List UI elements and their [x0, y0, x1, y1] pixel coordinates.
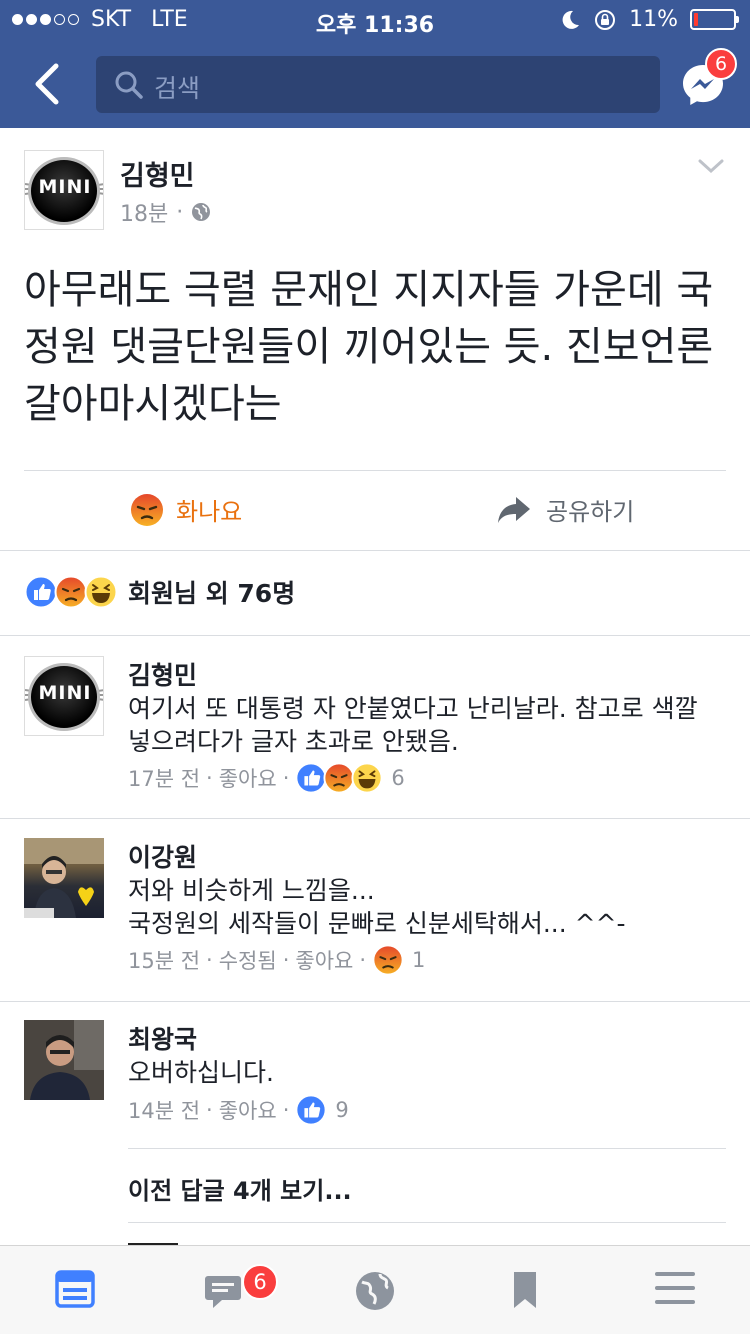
comment-text: 오버하십니다.: [128, 1058, 274, 1087]
haha-icon: [351, 762, 383, 794]
divider: [0, 550, 750, 551]
angry-reaction-label: 화나요: [176, 498, 243, 526]
avatar[interactable]: MINI: [24, 150, 104, 230]
comment-like-button[interactable]: 좋아요: [219, 763, 277, 793]
menu-icon[interactable]: [654, 1270, 696, 1306]
comment-reaction-count: 6: [391, 766, 405, 790]
messenger-badge: 6: [705, 48, 737, 80]
bookmark-icon[interactable]: [511, 1270, 539, 1310]
back-icon[interactable]: [28, 60, 68, 108]
separator-dot: ·: [176, 199, 184, 225]
reaction-icons: [24, 575, 118, 609]
divider: [0, 818, 750, 819]
requests-badge: 6: [242, 1264, 278, 1300]
mini-logo: MINI: [38, 176, 92, 198]
search-input[interactable]: 검색: [96, 56, 660, 113]
bottom-tab-bar: 6: [0, 1245, 750, 1334]
comment-reaction-count: 1: [412, 948, 426, 972]
mini-logo: MINI: [38, 682, 92, 704]
post-text: 아무래도 극렬 문재인 지지자들 가운데 국정원 댓글단원들이 끼어있는 듯. …: [24, 267, 714, 427]
battery-percent: 11%: [629, 7, 678, 32]
reaction-summary[interactable]: 회원님 외 76명: [24, 574, 295, 610]
post-time[interactable]: 18분: [120, 196, 168, 228]
view-previous-replies-link[interactable]: 이전 답글 4개 보기...: [128, 1171, 352, 1206]
post-author[interactable]: 김형민: [120, 154, 195, 193]
comment-meta: 17분 전 · 좋아요 · 6: [128, 762, 405, 794]
separator-dot: ·: [206, 766, 213, 790]
search-placeholder: 검색: [154, 74, 201, 103]
comment-time[interactable]: 17분 전: [128, 763, 200, 793]
chevron-down-icon[interactable]: [698, 158, 724, 174]
like-icon: [295, 1094, 327, 1126]
comment: 최왕국 오버하십니다. 14분 전 · 좋아요 · 9: [24, 1020, 726, 1130]
separator-dot: ·: [282, 1098, 290, 1122]
share-button[interactable]: 공유하기: [496, 492, 634, 527]
globe-icon[interactable]: [354, 1270, 396, 1312]
separator-dot: ·: [206, 1098, 213, 1122]
like-icon: [24, 575, 58, 609]
status-bar: SKT LTE 오후 11:36 11%: [0, 0, 750, 40]
post-meta: 18분 ·: [120, 196, 211, 228]
divider: [128, 1148, 726, 1149]
angry-icon: [54, 575, 88, 609]
comment-time[interactable]: 14분 전: [128, 1095, 200, 1125]
comment-avatar[interactable]: [24, 1020, 104, 1100]
comment-edited-label[interactable]: 수정됨: [219, 945, 277, 975]
comment-avatar[interactable]: [24, 838, 104, 918]
divider: [0, 1001, 750, 1002]
status-right: 11%: [559, 7, 739, 32]
profile-photo: [24, 838, 104, 918]
comment-text: 여기서 또 대통령 자 안붙였다고 난리날라. 참고로 색깔 넣으려다가 글자 …: [128, 694, 698, 756]
comment-like-button[interactable]: 좋아요: [219, 1095, 277, 1125]
comment-author[interactable]: 김형민: [128, 656, 197, 692]
comment-text: 저와 비슷하게 느낌을... 국정원의 세작들이 문빠로 신분세탁해서... ^…: [128, 876, 626, 938]
comment-reaction-icons[interactable]: [372, 944, 404, 976]
comment-author[interactable]: 최왕국: [128, 1020, 197, 1056]
reaction-summary-text: 회원님 외 76명: [128, 579, 296, 608]
divider: [128, 1222, 726, 1223]
comment-reaction-icons[interactable]: [295, 762, 383, 794]
profile-photo: [24, 1020, 104, 1100]
divider: [24, 470, 726, 471]
angry-icon: [372, 944, 404, 976]
haha-icon: [84, 575, 118, 609]
comment-author[interactable]: 이강원: [128, 838, 197, 874]
battery-icon: [690, 9, 739, 30]
rotation-lock-icon: [595, 9, 616, 30]
separator-dot: ·: [282, 766, 290, 790]
globe-icon: [192, 203, 211, 221]
comment-like-button[interactable]: 좋아요: [295, 945, 353, 975]
separator-dot: ·: [206, 948, 213, 972]
requests-icon[interactable]: [200, 1270, 246, 1310]
top-nav-bar: 검색 6: [0, 40, 750, 128]
comment-avatar[interactable]: MINI: [24, 656, 104, 736]
comment-meta: 15분 전 · 수정됨 · 좋아요 · 1: [128, 944, 425, 976]
news-feed-icon[interactable]: [55, 1270, 95, 1308]
comment-reaction-count: 9: [335, 1098, 349, 1122]
divider: [0, 635, 750, 636]
separator-dot: ·: [282, 948, 290, 972]
comment-time[interactable]: 15분 전: [128, 945, 200, 975]
angry-icon: [131, 493, 163, 526]
comment: 이강원 저와 비슷하게 느낌을... 국정원의 세작들이 문빠로 신분세탁해서.…: [24, 838, 726, 978]
separator-dot: ·: [359, 948, 367, 972]
comment-meta: 14분 전 · 좋아요 · 9: [128, 1094, 349, 1126]
comment-reaction-icons[interactable]: [295, 1094, 327, 1126]
comment: MINI 김형민 여기서 또 대통령 자 안붙였다고 난리날라. 참고로 색깔 …: [24, 656, 726, 796]
moon-icon: [562, 10, 580, 29]
search-icon: [115, 71, 143, 99]
post-header: MINI 김형민 18분 ·: [24, 150, 726, 232]
share-icon: [498, 496, 530, 523]
share-label: 공유하기: [546, 498, 635, 526]
post-actions: 화나요 공유하기: [0, 472, 750, 550]
angry-reaction-button[interactable]: 화나요: [130, 492, 242, 527]
